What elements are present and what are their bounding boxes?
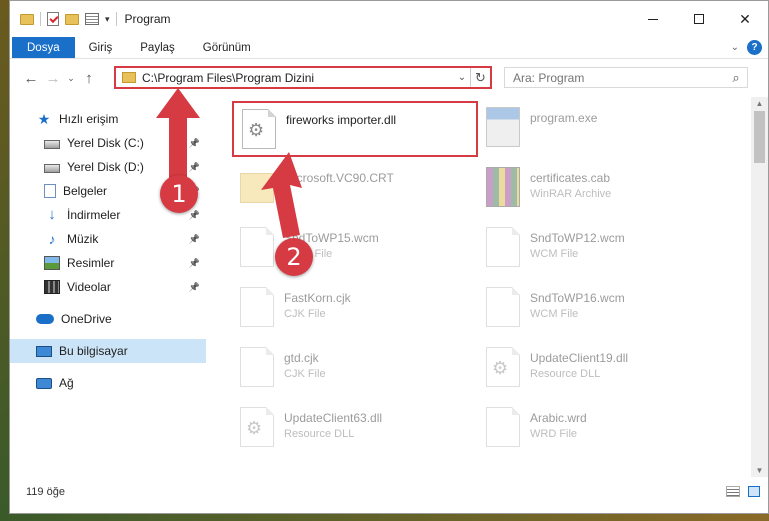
arrow-1 [156,88,200,178]
annotation-arrows [156,88,302,238]
step-2-callout: 2 [275,238,313,276]
step-1-callout: 1 [160,175,198,213]
arrow-2 [261,152,302,238]
